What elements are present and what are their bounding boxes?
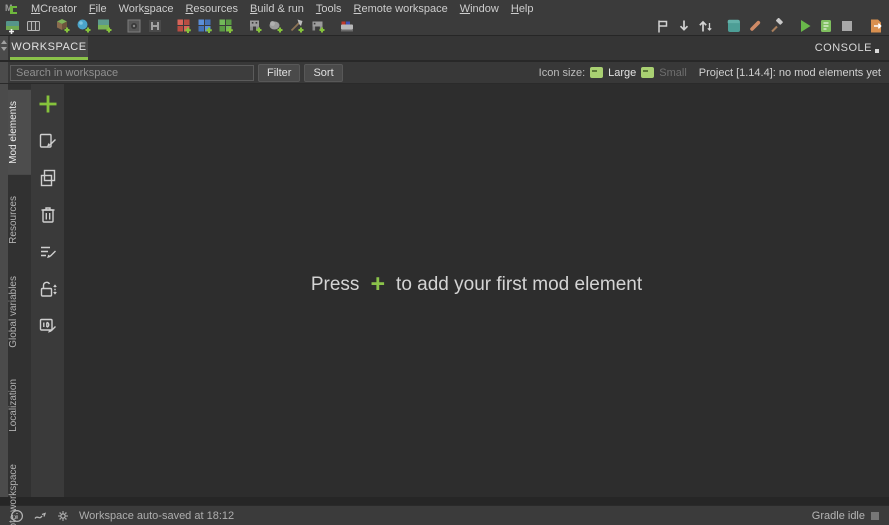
new-creature-icon[interactable] (310, 18, 326, 34)
open-console-icon[interactable] (726, 18, 742, 34)
blue-texture-pack-icon[interactable] (197, 18, 213, 34)
gradle-status-icon (871, 512, 879, 520)
export-mod-icon[interactable] (868, 18, 884, 34)
autosave-status-text: Workspace auto-saved at 18:12 (79, 510, 234, 522)
menu-window[interactable]: Window (454, 1, 505, 17)
sidebar-item-remote-workspace[interactable]: Remote workspace (8, 453, 31, 525)
mcreator-logo-icon: M (5, 3, 19, 15)
workspace-content: Mod elements Resources Global variables … (0, 84, 889, 497)
empty-state-message: Press + to add your first mod element (311, 272, 642, 297)
menu-file[interactable]: File (83, 1, 113, 17)
bottom-divider (0, 497, 889, 505)
sidebar-item-localization[interactable]: Localization (8, 368, 31, 443)
menu-bar: M MCreator File Workspace Resources Buil… (0, 0, 889, 17)
duplicate-element-icon[interactable] (37, 167, 59, 189)
mcreator-window: M MCreator File Workspace Resources Buil… (0, 0, 889, 525)
build-workspace-icon[interactable] (768, 18, 784, 34)
tab-console[interactable]: CONSOLE (815, 36, 889, 60)
edit-registry-names-icon[interactable] (37, 241, 59, 263)
sidebar-item-mod-elements[interactable]: Mod elements (8, 90, 31, 175)
sort-button[interactable]: Sort (304, 64, 342, 82)
mod-elements-empty-area: Press + to add your first mod element (64, 84, 889, 497)
small-icons-icon[interactable] (641, 67, 654, 78)
tab-console-label: CONSOLE (815, 42, 872, 54)
panel-collapse-handle-extension (0, 62, 8, 83)
menu-help[interactable]: Help (505, 1, 540, 17)
panel-collapse-handle[interactable] (0, 36, 8, 60)
element-actions-toolbar (31, 84, 64, 497)
connection-icon[interactable] (33, 509, 47, 523)
status-bar: Workspace auto-saved at 18:12 Gradle idl… (0, 505, 889, 525)
menu-remote-workspace[interactable]: Remote workspace (348, 1, 454, 17)
menu-mcreator[interactable]: MCreator (25, 1, 83, 17)
left-splitter[interactable] (0, 84, 8, 497)
gradle-status-text: Gradle idle (812, 510, 865, 522)
large-icons-icon[interactable] (590, 67, 603, 78)
menu-tools[interactable]: Tools (310, 1, 348, 17)
edit-element-icon[interactable] (37, 130, 59, 152)
sidebar-item-resources[interactable]: Resources (8, 185, 31, 255)
tab-workspace-label: WORKSPACE (11, 41, 86, 53)
sidebar-item-global-variables[interactable]: Global variables (8, 265, 31, 359)
project-status-text: Project [1.14.4]: no mod elements yet (699, 67, 881, 79)
edit-element-ids-icon[interactable] (37, 315, 59, 337)
main-toolbar (0, 17, 889, 36)
menu-workspace[interactable]: Workspace (113, 1, 180, 17)
clean-build-icon[interactable] (747, 18, 763, 34)
stop-gradle-icon[interactable] (839, 18, 855, 34)
menu-resources[interactable]: Resources (179, 1, 244, 17)
block-tool-icon[interactable] (126, 18, 142, 34)
new-biome-icon[interactable] (268, 18, 284, 34)
view-tab-bar: WORKSPACE CONSOLE (0, 36, 889, 62)
add-mod-element-icon[interactable] (37, 93, 59, 115)
new-item-texture-icon[interactable] (76, 18, 92, 34)
empty-message-prefix: Press (311, 274, 360, 296)
gradle-status: Gradle idle (812, 510, 879, 522)
run-server-icon[interactable] (818, 18, 834, 34)
new-mob-icon[interactable] (247, 18, 263, 34)
empty-message-suffix: to add your first mod element (396, 274, 642, 296)
small-icons-label[interactable]: Small (659, 67, 687, 79)
plus-icon: + (370, 272, 385, 297)
large-icons-label[interactable]: Large (608, 67, 636, 79)
collapse-up-icon (1, 40, 7, 44)
run-client-icon[interactable] (797, 18, 813, 34)
icon-size-label: Icon size: (539, 67, 585, 79)
settings-gear-icon[interactable] (56, 509, 70, 523)
new-armor-texture-icon[interactable] (97, 18, 113, 34)
new-workspace-icon[interactable] (5, 18, 21, 34)
new-tool-icon[interactable] (289, 18, 305, 34)
version-control-icon[interactable] (655, 18, 671, 34)
red-texture-pack-icon[interactable] (176, 18, 192, 34)
workspace-search-bar: Filter Sort Icon size: Large Small Proje… (0, 62, 889, 84)
open-workspace-icon[interactable] (26, 18, 42, 34)
lock-element-icon[interactable] (37, 278, 59, 300)
console-indicator-dot (875, 49, 879, 53)
collapse-down-icon (1, 47, 7, 51)
delete-element-icon[interactable] (37, 204, 59, 226)
filter-button[interactable]: Filter (258, 64, 300, 82)
pull-changes-icon[interactable] (676, 18, 692, 34)
tab-workspace[interactable]: WORKSPACE (10, 36, 88, 60)
menu-build-run[interactable]: Build & run (244, 1, 310, 17)
new-block-texture-icon[interactable] (55, 18, 71, 34)
item-tool-icon[interactable] (147, 18, 163, 34)
new-bed-icon[interactable] (339, 18, 355, 34)
search-input[interactable] (10, 65, 254, 81)
push-changes-icon[interactable] (697, 18, 713, 34)
green-texture-pack-icon[interactable] (218, 18, 234, 34)
sidebar-section-tabs: Mod elements Resources Global variables … (8, 84, 31, 497)
